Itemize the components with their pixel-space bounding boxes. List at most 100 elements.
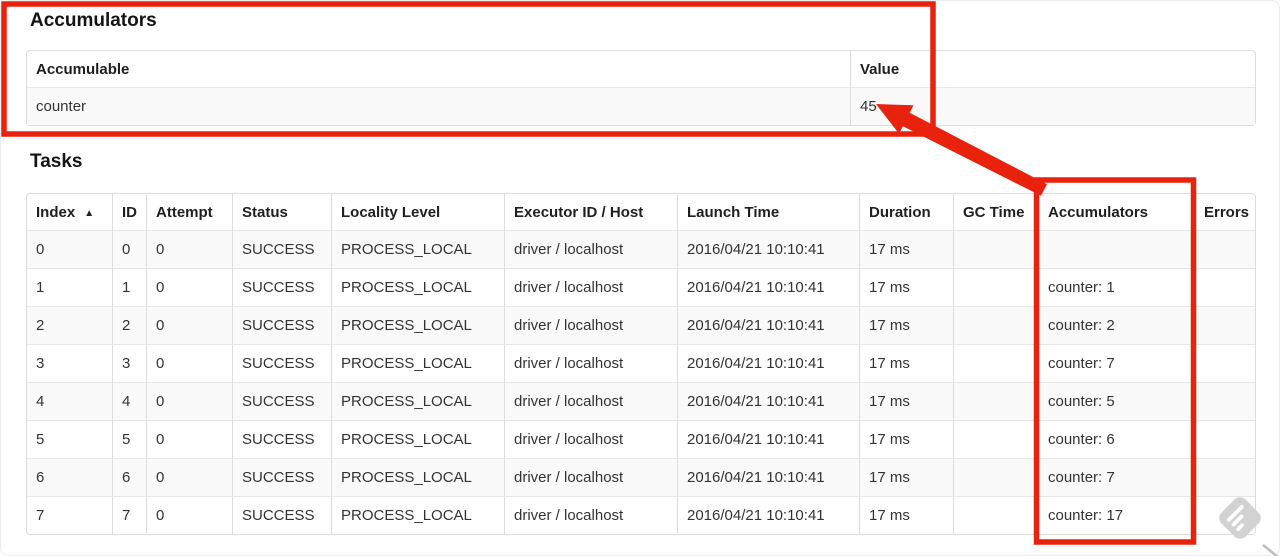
table-cell: PROCESS_LOCAL	[331, 306, 504, 344]
table-cell: 4	[27, 382, 112, 420]
table-cell	[953, 306, 1038, 344]
task-row: 2 2 0 SUCCESS PROCESS_LOCAL driver / localhos…	[27, 306, 1255, 344]
table-cell: 0	[146, 382, 232, 420]
table-cell: 0	[146, 420, 232, 458]
tasks-table-header-row: Index ▲ ID Attempt Status Locality Level Execu…	[27, 194, 1255, 230]
sort-ascending-icon: ▲	[84, 207, 95, 219]
column-header-label: Launch Time	[687, 203, 780, 221]
accumulable-row: counter 45	[27, 87, 1255, 125]
table-cell	[1194, 420, 1255, 458]
accumulators-table-header-row: Accumulable Value	[27, 51, 1255, 87]
table-cell	[1038, 230, 1194, 268]
table-cell: counter: 7	[1038, 344, 1194, 382]
table-cell: 0	[146, 496, 232, 534]
table-cell: 17 ms	[859, 420, 953, 458]
table-cell: 2016/04/21 10:10:41	[677, 306, 859, 344]
table-cell	[1194, 268, 1255, 306]
table-cell: 1	[27, 268, 112, 306]
table-cell: 0	[112, 230, 146, 268]
column-header-label: Value	[860, 60, 900, 78]
task-column-header-index[interactable]: Index ▲	[27, 194, 112, 230]
table-cell: 2016/04/21 10:10:41	[677, 382, 859, 420]
table-cell: 7	[27, 496, 112, 534]
table-cell: 0	[146, 268, 232, 306]
table-cell: counter: 1	[1038, 268, 1194, 306]
accumulable-column-header-accumulable[interactable]: Accumulable	[27, 51, 850, 87]
table-cell	[1194, 458, 1255, 496]
table-cell: SUCCESS	[232, 268, 331, 306]
table-cell: 6	[112, 458, 146, 496]
table-cell: PROCESS_LOCAL	[331, 458, 504, 496]
table-cell: 7	[112, 496, 146, 534]
task-column-header-launch-time[interactable]: Launch Time	[677, 194, 859, 230]
table-cell	[953, 344, 1038, 382]
table-cell: 17 ms	[859, 344, 953, 382]
table-cell: 2016/04/21 10:10:41	[677, 268, 859, 306]
table-cell: SUCCESS	[232, 496, 331, 534]
table-cell	[953, 496, 1038, 534]
table-cell: counter: 6	[1038, 420, 1194, 458]
task-row: 4 4 0 SUCCESS PROCESS_LOCAL driver / localhos…	[27, 382, 1255, 420]
table-cell: 45	[850, 87, 1255, 125]
task-column-header-attempt[interactable]: Attempt	[146, 194, 232, 230]
column-header-label: GC Time	[963, 203, 1025, 221]
table-cell: 3	[112, 344, 146, 382]
spark-stage-page: { "colors": { "annotation_red": "#e8220c…	[0, 0, 1280, 556]
task-column-header-errors[interactable]: Errors	[1194, 194, 1255, 230]
column-header-label: Index	[36, 203, 76, 221]
table-cell: 2016/04/21 10:10:41	[677, 344, 859, 382]
table-cell: 17 ms	[859, 496, 953, 534]
table-cell: driver / localhost	[504, 344, 677, 382]
table-cell: SUCCESS	[232, 382, 331, 420]
tasks-table: Index ▲ ID Attempt Status Locality Level Execu…	[26, 193, 1256, 535]
table-cell	[953, 230, 1038, 268]
table-cell: 2016/04/21 10:10:41	[677, 496, 859, 534]
table-cell: 5	[112, 420, 146, 458]
table-cell: driver / localhost	[504, 268, 677, 306]
accumulators-section-title: Accumulators	[30, 10, 157, 31]
task-row: 1 1 0 SUCCESS PROCESS_LOCAL driver / localhos…	[27, 268, 1255, 306]
table-cell: 3	[27, 344, 112, 382]
task-column-header-executor-id-host[interactable]: Executor ID / Host	[504, 194, 677, 230]
task-row: 7 7 0 SUCCESS PROCESS_LOCAL driver / localhos…	[27, 496, 1255, 534]
task-row: 0 0 0 SUCCESS PROCESS_LOCAL driver / localhos…	[27, 230, 1255, 268]
table-cell: 0	[27, 230, 112, 268]
table-cell: 4	[112, 382, 146, 420]
table-cell	[1194, 496, 1255, 534]
task-row: 3 3 0 SUCCESS PROCESS_LOCAL driver / localhos…	[27, 344, 1255, 382]
accumulable-column-header-value[interactable]: Value	[850, 51, 1255, 87]
task-column-header-id[interactable]: ID	[112, 194, 146, 230]
table-cell: PROCESS_LOCAL	[331, 268, 504, 306]
table-cell: driver / localhost	[504, 306, 677, 344]
task-column-header-gc-time[interactable]: GC Time	[953, 194, 1038, 230]
table-cell: 2016/04/21 10:10:41	[677, 230, 859, 268]
task-column-header-accumulators[interactable]: Accumulators	[1038, 194, 1194, 230]
table-cell: 2016/04/21 10:10:41	[677, 420, 859, 458]
table-cell: 6	[27, 458, 112, 496]
table-cell: 17 ms	[859, 230, 953, 268]
table-cell: 17 ms	[859, 306, 953, 344]
task-column-header-status[interactable]: Status	[232, 194, 331, 230]
table-cell: driver / localhost	[504, 230, 677, 268]
table-cell	[1194, 230, 1255, 268]
table-cell: driver / localhost	[504, 496, 677, 534]
table-cell: SUCCESS	[232, 306, 331, 344]
table-cell: driver / localhost	[504, 458, 677, 496]
corner-artifact	[1262, 544, 1279, 556]
task-column-header-locality-level[interactable]: Locality Level	[331, 194, 504, 230]
task-column-header-duration[interactable]: Duration	[859, 194, 953, 230]
table-cell: 0	[146, 306, 232, 344]
table-cell	[1194, 344, 1255, 382]
column-header-label: Attempt	[156, 203, 213, 221]
table-cell	[1194, 382, 1255, 420]
column-header-label: Accumulable	[36, 60, 130, 78]
table-cell: 0	[146, 230, 232, 268]
table-cell	[1194, 306, 1255, 344]
table-cell: 5	[27, 420, 112, 458]
table-cell: PROCESS_LOCAL	[331, 420, 504, 458]
column-header-label: Executor ID / Host	[514, 203, 644, 221]
table-cell: counter	[27, 87, 850, 125]
table-cell: PROCESS_LOCAL	[331, 344, 504, 382]
table-cell: 1	[112, 268, 146, 306]
table-cell: 2	[112, 306, 146, 344]
